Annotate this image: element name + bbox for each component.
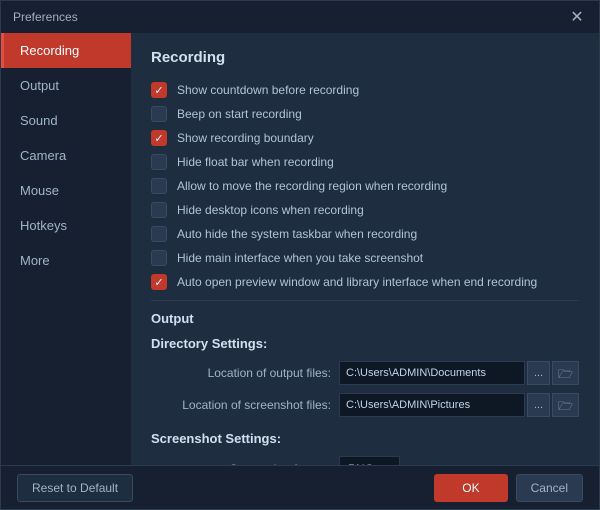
screenshot-files-folder-button[interactable]: 🗁: [552, 393, 579, 417]
cancel-button[interactable]: Cancel: [516, 474, 583, 502]
checkbox-countdown[interactable]: ✓ Show countdown before recording: [151, 82, 579, 98]
checkbox-auto-preview-icon[interactable]: ✓: [151, 274, 167, 290]
sidebar-item-hotkeys[interactable]: Hotkeys: [1, 208, 131, 243]
sidebar-item-recording[interactable]: Recording: [1, 33, 131, 68]
checkbox-boundary-icon[interactable]: ✓: [151, 130, 167, 146]
ok-button[interactable]: OK: [434, 474, 507, 502]
checkbox-boundary[interactable]: ✓ Show recording boundary: [151, 130, 579, 146]
checkbox-countdown-label: Show countdown before recording: [177, 83, 359, 97]
checkbox-hide-main-icon[interactable]: [151, 250, 167, 266]
checkbox-beep[interactable]: Beep on start recording: [151, 106, 579, 122]
screenshot-files-dots-button[interactable]: ...: [527, 393, 550, 417]
screenshot-files-row: Location of screenshot files: ... 🗁: [151, 393, 579, 417]
output-files-row: Location of output files: ... 🗁: [151, 361, 579, 385]
screenshot-settings-title: Screenshot Settings:: [151, 431, 579, 446]
recording-section-title: Recording: [151, 49, 579, 70]
format-select[interactable]: PNG JPG BMP GIF TIFF: [339, 456, 400, 465]
content-area: Recording ✓ Show countdown before record…: [131, 33, 599, 465]
sidebar-item-sound[interactable]: Sound: [1, 103, 131, 138]
sidebar-item-mouse[interactable]: Mouse: [1, 173, 131, 208]
sidebar-item-output[interactable]: Output: [1, 68, 131, 103]
directory-settings-title: Directory Settings:: [151, 336, 579, 351]
checkbox-beep-icon[interactable]: [151, 106, 167, 122]
sidebar: Recording Output Sound Camera Mouse Hotk…: [1, 33, 131, 465]
output-section: Output Directory Settings: Location of o…: [151, 311, 579, 465]
screenshot-files-input[interactable]: [339, 393, 525, 417]
checkbox-boundary-label: Show recording boundary: [177, 131, 314, 145]
checkbox-float-bar-icon[interactable]: [151, 154, 167, 170]
screenshot-files-label: Location of screenshot files:: [151, 398, 331, 412]
output-files-label: Location of output files:: [151, 366, 331, 380]
sidebar-item-more[interactable]: More: [1, 243, 131, 278]
dialog-title: Preferences: [13, 10, 78, 24]
checkbox-float-bar[interactable]: Hide float bar when recording: [151, 154, 579, 170]
checkbox-desktop-icons-label: Hide desktop icons when recording: [177, 203, 364, 217]
checkbox-auto-preview[interactable]: ✓ Auto open preview window and library i…: [151, 274, 579, 290]
checkbox-desktop-icons-icon[interactable]: [151, 202, 167, 218]
checkbox-move-region-icon[interactable]: [151, 178, 167, 194]
format-select-wrapper: PNG JPG BMP GIF TIFF: [339, 456, 579, 465]
checkbox-move-region[interactable]: Allow to move the recording region when …: [151, 178, 579, 194]
section-divider: [151, 300, 579, 301]
checkbox-hide-main[interactable]: Hide main interface when you take screen…: [151, 250, 579, 266]
output-files-input[interactable]: [339, 361, 525, 385]
checkbox-taskbar-icon[interactable]: [151, 226, 167, 242]
format-row: Screenshot format: PNG JPG BMP GIF TIFF: [151, 456, 579, 465]
checkbox-taskbar-label: Auto hide the system taskbar when record…: [177, 227, 417, 241]
checkbox-hide-main-label: Hide main interface when you take screen…: [177, 251, 423, 265]
title-bar: Preferences ✕: [1, 1, 599, 33]
checkbox-beep-label: Beep on start recording: [177, 107, 302, 121]
reset-button[interactable]: Reset to Default: [17, 474, 133, 502]
checkbox-desktop-icons[interactable]: Hide desktop icons when recording: [151, 202, 579, 218]
checkbox-move-region-label: Allow to move the recording region when …: [177, 179, 447, 193]
preferences-dialog: Preferences ✕ Recording Output Sound Cam…: [0, 0, 600, 510]
footer: Reset to Default OK Cancel: [1, 465, 599, 509]
footer-right-buttons: OK Cancel: [434, 474, 583, 502]
main-content: Recording Output Sound Camera Mouse Hotk…: [1, 33, 599, 465]
output-section-title: Output: [151, 311, 579, 326]
output-files-folder-button[interactable]: 🗁: [552, 361, 579, 385]
checkbox-float-bar-label: Hide float bar when recording: [177, 155, 334, 169]
checkbox-countdown-icon[interactable]: ✓: [151, 82, 167, 98]
sidebar-item-camera[interactable]: Camera: [1, 138, 131, 173]
close-button[interactable]: ✕: [567, 7, 587, 27]
checkbox-taskbar[interactable]: Auto hide the system taskbar when record…: [151, 226, 579, 242]
screenshot-settings: Screenshot Settings: Screenshot format: …: [151, 431, 579, 465]
checkbox-auto-preview-label: Auto open preview window and library int…: [177, 275, 537, 289]
output-files-dots-button[interactable]: ...: [527, 361, 550, 385]
